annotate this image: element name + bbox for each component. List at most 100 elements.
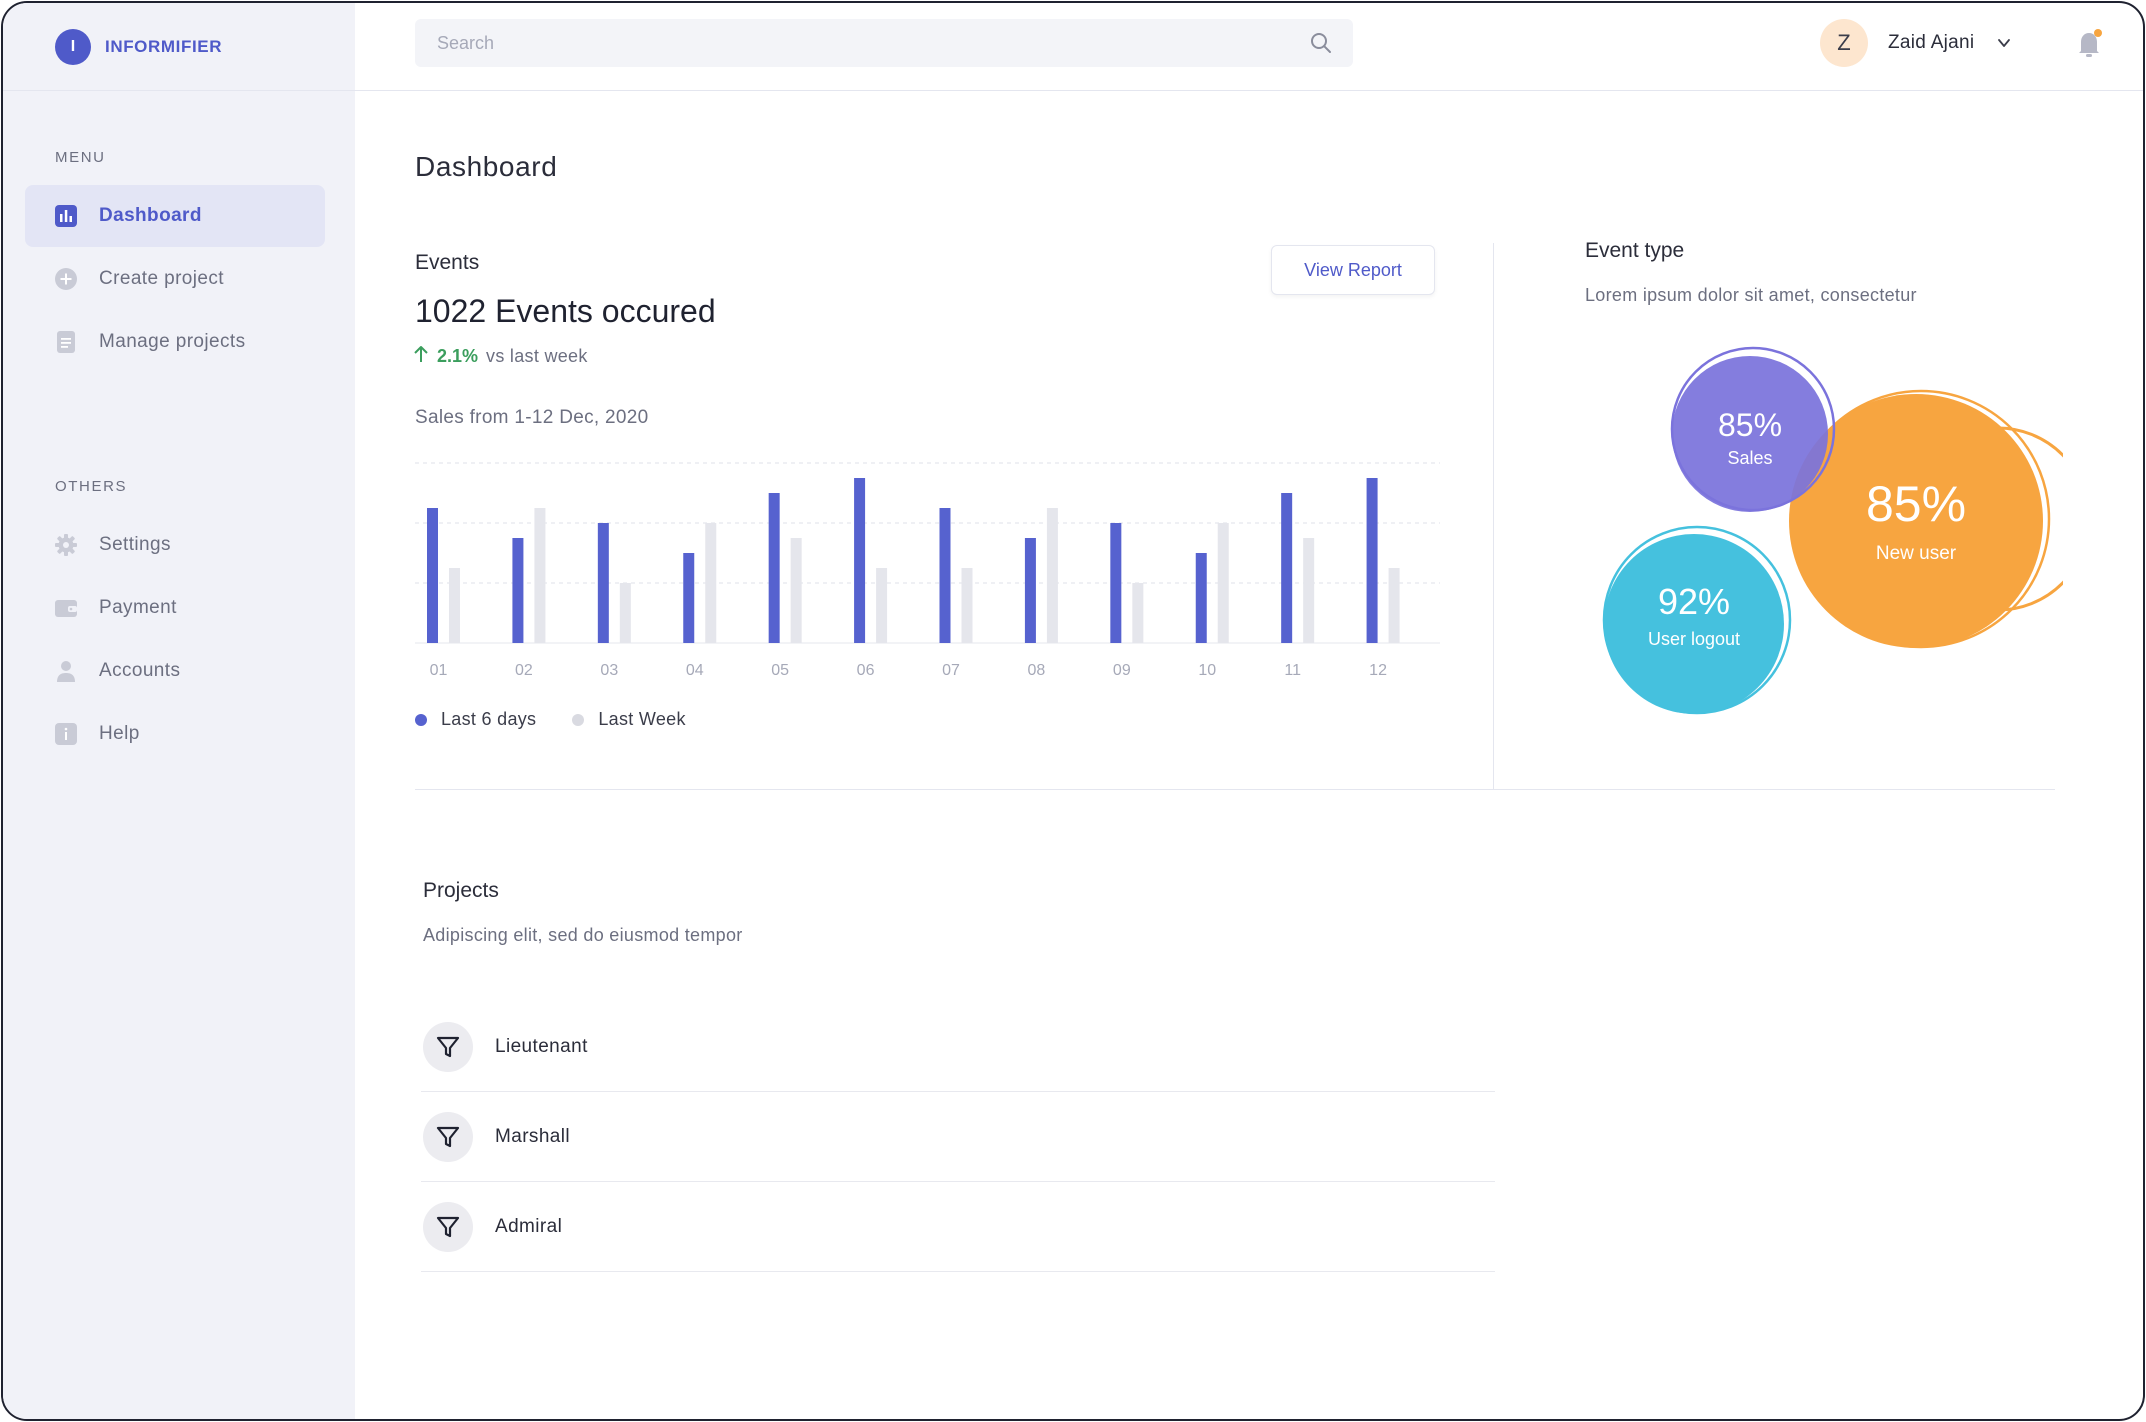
bar-last-week-06: [876, 568, 888, 643]
notification-bell-icon[interactable]: [2075, 27, 2105, 59]
x-tick-label: 07: [942, 662, 960, 679]
chart-legend: Last 6 days Last Week: [415, 709, 722, 730]
bar-last-week-10: [1217, 523, 1229, 643]
brand[interactable]: I INFORMIFIER: [3, 3, 355, 91]
horizontal-divider: [415, 789, 2055, 790]
brand-name: INFORMIFIER: [105, 36, 223, 56]
bar-last-6-days-02: [512, 538, 524, 643]
filter-icon: [423, 1201, 473, 1252]
sidebar-item-label: Manage projects: [99, 331, 246, 352]
new-user-value: 85%: [1865, 476, 1967, 532]
avatar: Z: [1820, 19, 1868, 67]
vertical-divider: [1493, 243, 1494, 789]
bar-last-week-07: [961, 568, 973, 643]
search-input[interactable]: [415, 20, 1275, 66]
x-tick-label: 11: [1284, 662, 1301, 679]
document-icon: [55, 331, 77, 353]
bar-last-6-days-01: [427, 508, 438, 643]
x-tick-label: 02: [515, 662, 533, 679]
bar-last-6-days-09: [1110, 523, 1122, 643]
projects-subtitle: Adipiscing elit, sed do eiusmod tempor: [423, 925, 743, 945]
sidebar-item-help[interactable]: Help: [25, 703, 325, 765]
user-logout-label: User logout: [1647, 629, 1741, 649]
bar-last-week-12: [1388, 568, 1400, 643]
x-tick-label: 05: [771, 662, 789, 679]
bar-last-week-04: [705, 523, 717, 643]
plus-circle-icon: [55, 268, 77, 290]
others-section-label: OTHERS: [55, 478, 128, 495]
bar-last-6-days-05: [768, 493, 780, 643]
bar-last-week-02: [534, 508, 546, 643]
wallet-icon: [55, 597, 77, 619]
events-label: Events: [415, 251, 480, 274]
sidebar-item-payment[interactable]: Payment: [25, 577, 325, 639]
gear-icon: [55, 534, 77, 556]
bar-last-6-days-10: [1195, 553, 1207, 643]
trend-percent: 2.1%: [437, 346, 479, 366]
project-row-marshall[interactable]: Marshall: [421, 1092, 1495, 1182]
filter-icon: [423, 1021, 473, 1072]
sidebar-item-label: Payment: [99, 597, 177, 618]
legend-item-last-week: Last Week: [572, 709, 685, 730]
sales-bubble-label: 85% Sales: [1690, 407, 1810, 469]
x-tick-label: 01: [430, 662, 448, 679]
bar-last-6-days-04: [683, 553, 695, 643]
bar-last-week-01: [449, 568, 460, 643]
menu-section-label: MENU: [55, 149, 106, 166]
bar-last-week-05: [790, 538, 802, 643]
legend-dot: [415, 713, 427, 726]
sales-label: Sales: [1727, 448, 1773, 468]
trend-text: vs last week: [486, 346, 588, 366]
events-bar-chart: 01 02 03 04 05 06 07 08 09 10 11 12: [415, 462, 1440, 679]
legend-dot: [572, 713, 585, 726]
bar-last-week-03: [619, 583, 631, 643]
user-menu[interactable]: Z Zaid Ajani: [1820, 19, 2012, 67]
top-bar: Z Zaid Ajani: [355, 3, 2143, 91]
bar-last-6-days-12: [1366, 478, 1378, 643]
chart-subtitle: Sales from 1-12 Dec, 2020: [415, 407, 649, 428]
bar-last-6-days-07: [939, 508, 951, 643]
new-user-bubble-label: 85% New user: [1846, 475, 1986, 565]
event-type-subtitle: Lorem ipsum dolor sit amet, consectetur: [1585, 285, 1917, 305]
legend-item-last-6-days: Last 6 days: [415, 709, 536, 730]
filter-icon: [423, 1111, 473, 1162]
bar-last-6-days-11: [1281, 493, 1293, 643]
chevron-down-icon: [1996, 35, 2012, 51]
x-tick-label: 06: [857, 662, 875, 679]
sidebar-item-label: Accounts: [99, 660, 181, 681]
x-tick-label: 09: [1113, 662, 1131, 679]
project-name: Marshall: [495, 1125, 570, 1147]
search-bar: [415, 19, 1353, 67]
sidebar-item-settings[interactable]: Settings: [25, 514, 325, 576]
bar-last-week-11: [1303, 538, 1315, 643]
page-title: Dashboard: [415, 151, 558, 182]
new-user-label: New user: [1875, 543, 1957, 564]
projects-title: Projects: [423, 879, 499, 902]
x-tick-label: 04: [686, 662, 704, 679]
sidebar-item-accounts[interactable]: Accounts: [25, 640, 325, 702]
project-row-admiral[interactable]: Admiral: [421, 1182, 1495, 1272]
view-report-button[interactable]: View Report: [1271, 245, 1435, 295]
x-tick-label: 08: [1028, 662, 1046, 679]
sidebar-item-dashboard[interactable]: Dashboard: [25, 185, 325, 247]
arrow-up-icon: [413, 345, 429, 368]
events-count: 1022 Events occured: [415, 293, 716, 329]
sidebar-item-label: Help: [99, 723, 140, 744]
x-tick-label: 10: [1198, 662, 1216, 679]
sidebar-item-create-project[interactable]: Create project: [25, 248, 325, 310]
brand-logo: I: [55, 28, 91, 65]
x-tick-label: 12: [1369, 662, 1387, 679]
project-row-lieutenant[interactable]: Lieutenant: [421, 1002, 1495, 1092]
sidebar-item-label: Settings: [99, 534, 171, 555]
sidebar-item-label: Create project: [99, 268, 224, 289]
bar-last-week-09: [1132, 583, 1144, 643]
event-type-title: Event type: [1585, 239, 1685, 262]
x-tick-label: 03: [600, 662, 618, 679]
trend-indicator: 2.1% vs last week: [413, 345, 588, 368]
project-name: Lieutenant: [495, 1035, 588, 1057]
user-icon: [55, 660, 77, 682]
bar-last-6-days-06: [854, 478, 866, 643]
legend-label: Last 6 days: [441, 709, 537, 729]
sidebar-item-manage-projects[interactable]: Manage projects: [25, 311, 325, 373]
search-icon[interactable]: [1309, 31, 1333, 55]
